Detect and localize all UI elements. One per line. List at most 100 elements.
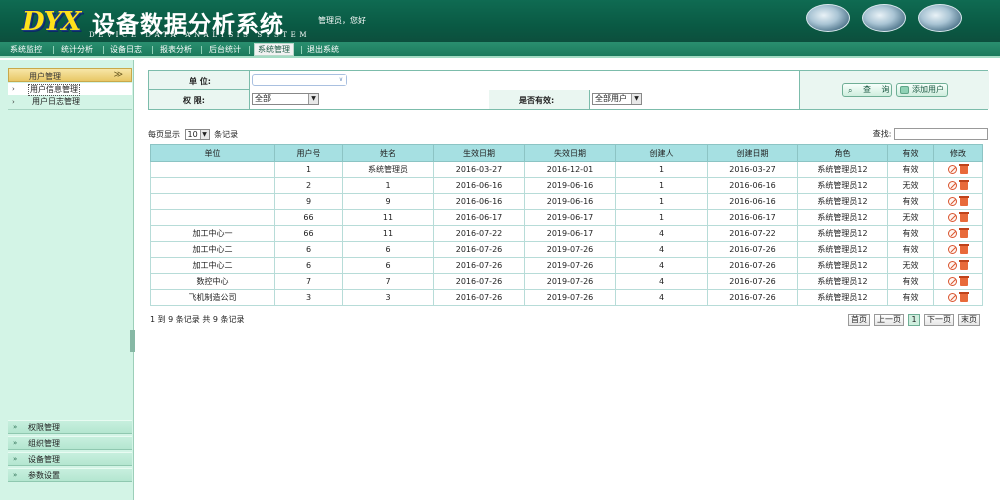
cell-created-date: 2016-07-22	[707, 225, 798, 242]
delete-icon[interactable]	[959, 228, 969, 238]
cell-expiry-date: 2019-06-16	[524, 177, 616, 194]
cell-unit: 加工中心二	[150, 257, 275, 274]
cell-created-date: 2016-07-26	[707, 241, 798, 258]
cell-user-no: 9	[274, 193, 343, 210]
sidebar-item-user-log[interactable]: › 用户日志管理	[8, 96, 132, 108]
cell-created-date: 2016-03-27	[707, 161, 798, 178]
bullet-icon: ›	[12, 85, 15, 93]
permission-select[interactable]: 全部 ▼	[252, 93, 319, 105]
sidebar-collapse-handle[interactable]	[130, 330, 135, 352]
delete-icon[interactable]	[959, 180, 969, 190]
cell-name: 6	[342, 257, 434, 274]
col-header-valid[interactable]: 有效	[887, 144, 934, 162]
table-row[interactable]: 1 系统管理员 2016-03-27 2016-12-01 1 2016-03-27 系统管…	[150, 161, 983, 178]
cell-role: 系统管理员12	[797, 161, 888, 178]
double-chevron-icon: »	[13, 471, 18, 479]
nav-system-monitor[interactable]: 系统监控	[10, 44, 42, 56]
table-row[interactable]: 加工中心二 6 6 2016-07-26 2019-07-26 4 2016-07-26 系统…	[150, 257, 983, 274]
delete-icon[interactable]	[959, 196, 969, 206]
user-table-panel: 每页显示 10 ▼ 条记录 查找: 单位 用户号 姓名 生效日期 失效日期 创建…	[148, 124, 988, 334]
cell-created-date: 2016-06-16	[707, 177, 798, 194]
nav-backend-stats[interactable]: 后台统计	[209, 44, 241, 56]
cell-valid: 有效	[887, 161, 934, 178]
table-row[interactable]: 数控中心 7 7 2016-07-26 2019-07-26 4 2016-07-26 系统管…	[150, 273, 983, 290]
unit-select[interactable]: ∨	[252, 74, 347, 86]
cell-effective-date: 2016-06-17	[433, 209, 525, 226]
chevron-down-icon: ▼	[199, 130, 209, 139]
edit-icon[interactable]	[948, 245, 957, 254]
sidebar-item-permissions[interactable]: » 权限管理	[8, 420, 132, 434]
edit-icon[interactable]	[948, 229, 957, 238]
sidebar-item-organization[interactable]: » 组织管理	[8, 436, 132, 450]
table-header-row: 单位 用户号 姓名 生效日期 失效日期 创建人 创建日期 角色 有效 修改	[150, 144, 983, 162]
page-size-select[interactable]: 10 ▼	[184, 129, 210, 140]
cell-unit	[150, 193, 275, 210]
cell-expiry-date: 2019-07-26	[524, 257, 616, 274]
cell-unit	[150, 209, 275, 226]
table-row[interactable]: 66 11 2016-06-17 2019-06-17 1 2016-06-17 系统管理员…	[150, 209, 983, 226]
collapse-arrow-icon[interactable]: ≫	[114, 70, 123, 80]
add-user-button[interactable]: 添加用户	[896, 83, 948, 97]
nav-device-log[interactable]: 设备日志	[110, 44, 142, 56]
nav-logout[interactable]: 退出系统	[307, 44, 339, 56]
sidebar-divider	[8, 109, 132, 110]
edit-icon[interactable]	[948, 261, 957, 270]
sidebar-item-user-info[interactable]: › 用户信息管理	[8, 83, 132, 96]
sidebar-item-label: 设备管理	[28, 455, 60, 464]
cell-creator: 1	[615, 177, 708, 194]
query-button[interactable]: ⌕ 查 询	[842, 83, 892, 97]
edit-icon[interactable]	[948, 197, 957, 206]
delete-icon[interactable]	[959, 212, 969, 222]
find-input[interactable]	[894, 128, 988, 140]
cell-actions	[933, 257, 983, 274]
edit-icon[interactable]	[948, 213, 957, 222]
table-row[interactable]: 加工中心二 6 6 2016-07-26 2019-07-26 4 2016-07-26 系统…	[150, 241, 983, 258]
sidebar-group-label: 用户管理	[29, 72, 61, 81]
table-find: 查找:	[873, 128, 988, 140]
delete-icon[interactable]	[959, 276, 969, 286]
pager-prev-button[interactable]: 上一页	[874, 314, 904, 326]
cell-actions	[933, 161, 983, 178]
sidebar-item-parameters[interactable]: » 参数设置	[8, 468, 132, 482]
cell-role: 系统管理员12	[797, 177, 888, 194]
delete-icon[interactable]	[959, 292, 969, 302]
bullet-icon: ›	[12, 98, 15, 106]
pager-last-button[interactable]: 末页	[958, 314, 980, 326]
nav-report-analysis[interactable]: 报表分析	[160, 44, 192, 56]
delete-icon[interactable]	[959, 164, 969, 174]
cell-role: 系统管理员12	[797, 193, 888, 210]
welcome-text: 管理员，您好	[318, 16, 366, 25]
col-header-role[interactable]: 角色	[797, 144, 888, 162]
user-table: 单位 用户号 姓名 生效日期 失效日期 创建人 创建日期 角色 有效 修改 1系…	[150, 144, 983, 306]
cell-effective-date: 2016-07-26	[433, 241, 525, 258]
pager-next-button[interactable]: 下一页	[924, 314, 954, 326]
edit-icon[interactable]	[948, 277, 957, 286]
table-row[interactable]: 2 1 2016-06-16 2019-06-16 1 2016-06-16 系统管理员12…	[150, 177, 983, 194]
cell-name: 7	[342, 273, 434, 290]
sidebar-item-devices[interactable]: » 设备管理	[8, 452, 132, 466]
edit-icon[interactable]	[948, 181, 957, 190]
col-header-user-no[interactable]: 用户号	[274, 144, 343, 162]
table-row[interactable]: 9 9 2016-06-16 2019-06-16 1 2016-06-16 系统管理员12…	[150, 193, 983, 210]
edit-icon[interactable]	[948, 165, 957, 174]
col-header-created-date[interactable]: 创建日期	[707, 144, 798, 162]
cell-actions	[933, 209, 983, 226]
delete-icon[interactable]	[959, 260, 969, 270]
col-header-creator[interactable]: 创建人	[615, 144, 708, 162]
sidebar-group-user-management[interactable]: 用户管理 ≫	[8, 68, 132, 82]
col-header-name[interactable]: 姓名	[342, 144, 434, 162]
pager-first-button[interactable]: 首页	[848, 314, 870, 326]
nav-statistics[interactable]: 统计分析	[61, 44, 93, 56]
col-header-effective-date[interactable]: 生效日期	[433, 144, 525, 162]
nav-system-admin[interactable]: 系统管理	[254, 43, 294, 56]
col-header-expiry-date[interactable]: 失效日期	[524, 144, 616, 162]
edit-icon[interactable]	[948, 293, 957, 302]
col-header-unit[interactable]: 单位	[150, 144, 275, 162]
validity-select[interactable]: 全部用户 ▼	[592, 93, 642, 105]
pager-current-page[interactable]: 1	[908, 314, 920, 326]
validity-select-value: 全部用户	[595, 94, 627, 103]
table-row[interactable]: 飞机制造公司 3 3 2016-07-26 2019-07-26 4 2016-07-26 系…	[150, 289, 983, 306]
cell-created-date: 2016-07-26	[707, 289, 798, 306]
delete-icon[interactable]	[959, 244, 969, 254]
table-row[interactable]: 加工中心一 66 11 2016-07-22 2019-06-17 4 2016-07-22…	[150, 225, 983, 242]
